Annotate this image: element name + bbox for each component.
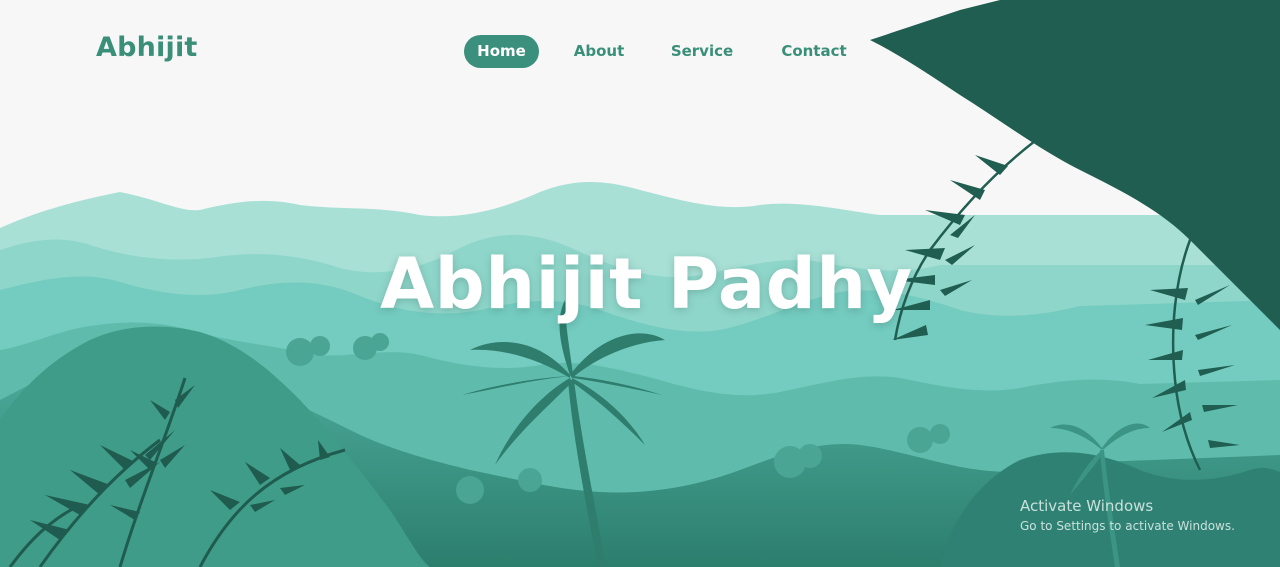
windows-activation-watermark: Activate Windows Go to Settings to activ…	[1020, 497, 1235, 533]
watermark-title: Activate Windows	[1020, 497, 1154, 515]
nav-about-link[interactable]: About	[566, 35, 632, 68]
site-logo[interactable]: Abhijit	[96, 32, 198, 63]
nav-home-link[interactable]: Home	[464, 35, 539, 68]
nav-service-link[interactable]: Service	[664, 35, 740, 68]
hero-title: Abhijit Padhy	[380, 243, 913, 325]
watermark-subtitle: Go to Settings to activate Windows.	[1020, 519, 1235, 533]
nav-contact-link[interactable]: Contact	[772, 35, 856, 68]
